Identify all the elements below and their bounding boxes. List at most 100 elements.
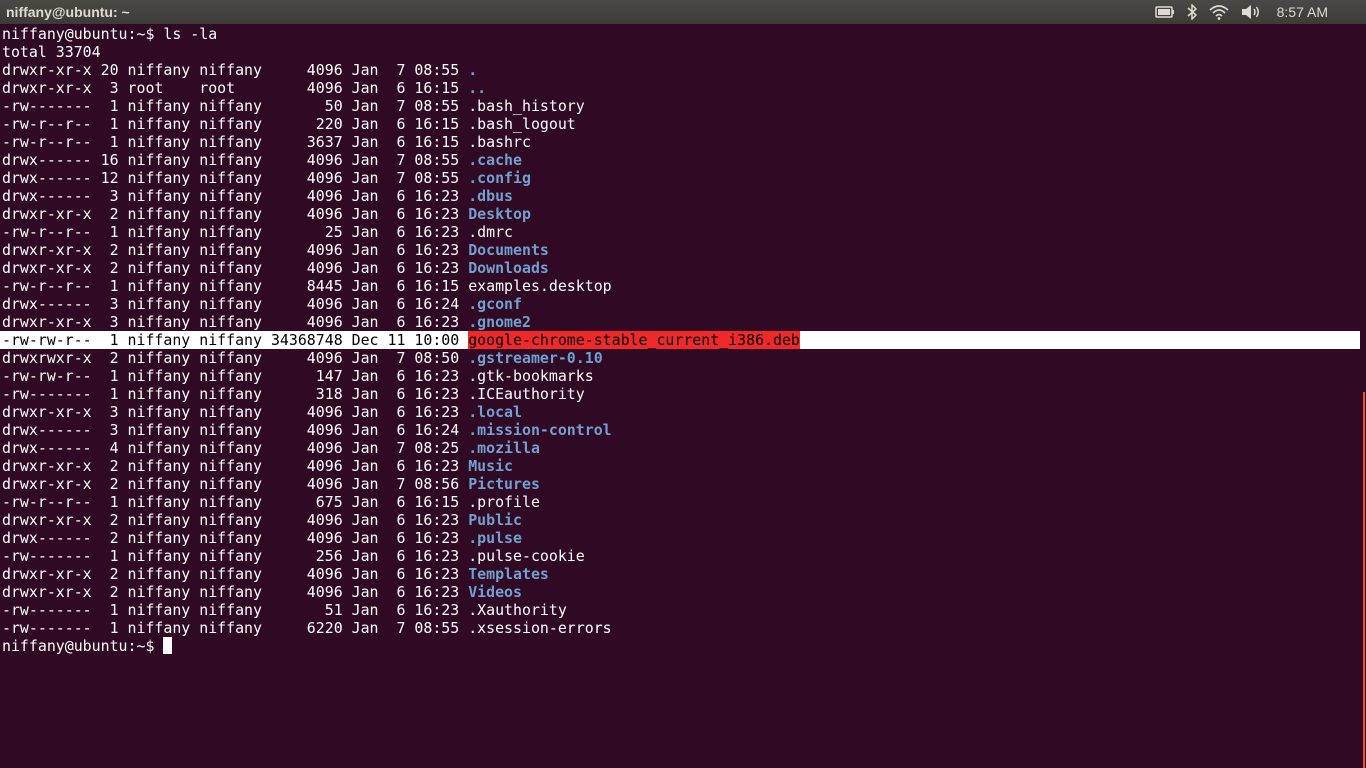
file-name: .profile: [468, 493, 540, 511]
total-line: total 33704: [2, 43, 101, 61]
file-name: .pulse-cookie: [468, 547, 585, 565]
listing-row: drwxr-xr-x 2 niffany niffany 4096 Jan 6 …: [0, 457, 1366, 475]
listing-row: drwxr-xr-x 2 niffany niffany 4096 Jan 6 …: [0, 241, 1366, 259]
file-metadata: drwxr-xr-x 3 root root 4096 Jan 6 16:15: [2, 79, 469, 97]
file-metadata: drwxr-xr-x 2 niffany niffany 4096 Jan 6 …: [2, 583, 469, 601]
file-metadata: drwx------ 16 niffany niffany 4096 Jan 7…: [2, 151, 469, 169]
file-metadata: drwxr-xr-x 2 niffany niffany 4096 Jan 6 …: [2, 457, 469, 475]
file-metadata: drwxr-xr-x 3 niffany niffany 4096 Jan 6 …: [2, 313, 469, 331]
terminal-output[interactable]: niffany@ubuntu:~$ ls -la total 33704 drw…: [0, 25, 1366, 768]
file-metadata: drwx------ 3 niffany niffany 4096 Jan 6 …: [2, 187, 469, 205]
listing-row: drwx------ 2 niffany niffany 4096 Jan 6 …: [0, 529, 1366, 547]
directory-name: Music: [468, 457, 514, 475]
file-metadata: -rw------- 1 niffany niffany 51 Jan 6 16…: [2, 601, 469, 619]
listing-row: drwxr-xr-x 2 niffany niffany 4096 Jan 6 …: [0, 205, 1366, 223]
file-metadata: -rw------- 1 niffany niffany 6220 Jan 7 …: [2, 619, 469, 637]
listing-row: drwxr-xr-x 3 root root 4096 Jan 6 16:15 …: [0, 79, 1366, 97]
file-name: .Xauthority: [468, 601, 567, 619]
file-metadata: drwxr-xr-x 20 niffany niffany 4096 Jan 7…: [2, 61, 469, 79]
listing: drwxr-xr-x 20 niffany niffany 4096 Jan 7…: [0, 61, 1366, 637]
file-name: .xsession-errors: [468, 619, 612, 637]
directory-name: Downloads: [468, 259, 549, 277]
directory-name: .mozilla: [468, 439, 540, 457]
listing-row: -rw------- 1 niffany niffany 318 Jan 6 1…: [0, 385, 1366, 403]
file-metadata: drwx------ 4 niffany niffany 4096 Jan 7 …: [2, 439, 469, 457]
listing-row: drwxr-xr-x 2 niffany niffany 4096 Jan 7 …: [0, 475, 1366, 493]
file-metadata: -rw------- 1 niffany niffany 256 Jan 6 1…: [2, 547, 469, 565]
listing-row: drwx------ 12 niffany niffany 4096 Jan 7…: [0, 169, 1366, 187]
directory-name: Templates: [468, 565, 549, 583]
directory-name: .dbus: [468, 187, 514, 205]
listing-row: -rw-rw-r-- 1 niffany niffany 34368748 De…: [0, 331, 1360, 349]
file-name: examples.desktop: [468, 277, 612, 295]
listing-row: -rw-r--r-- 1 niffany niffany 675 Jan 6 1…: [0, 493, 1366, 511]
file-metadata: -rw-r--r-- 1 niffany niffany 3637 Jan 6 …: [2, 133, 469, 151]
listing-row: drwxr-xr-x 20 niffany niffany 4096 Jan 7…: [0, 61, 1366, 79]
top-panel: niffany@ubuntu: ~ 8:57 AM: [0, 0, 1366, 24]
listing-row: drwxrwxr-x 2 niffany niffany 4096 Jan 7 …: [0, 349, 1366, 367]
wifi-icon[interactable]: [1209, 0, 1229, 24]
listing-row: drwxr-xr-x 2 niffany niffany 4096 Jan 6 …: [0, 565, 1366, 583]
file-metadata: drwxr-xr-x 2 niffany niffany 4096 Jan 6 …: [2, 511, 469, 529]
file-metadata: drwxr-xr-x 2 niffany niffany 4096 Jan 6 …: [2, 205, 469, 223]
file-metadata: -rw-r--r-- 1 niffany niffany 25 Jan 6 16…: [2, 223, 469, 241]
scroll-indicator[interactable]: [1363, 392, 1365, 768]
directory-name: Public: [468, 511, 522, 529]
file-metadata: -rw------- 1 niffany niffany 318 Jan 6 1…: [2, 385, 469, 403]
window-title: niffany@ubuntu: ~: [6, 4, 130, 20]
listing-row: drwxr-xr-x 2 niffany niffany 4096 Jan 6 …: [0, 259, 1366, 277]
listing-row: -rw-r--r-- 1 niffany niffany 3637 Jan 6 …: [0, 133, 1366, 151]
system-tray: 8:57 AM: [1154, 0, 1366, 24]
file-metadata: drwx------ 2 niffany niffany 4096 Jan 6 …: [2, 529, 469, 547]
directory-name: ..: [468, 79, 487, 97]
listing-row: drwx------ 3 niffany niffany 4096 Jan 6 …: [0, 295, 1366, 313]
listing-row: -rw-r--r-- 1 niffany niffany 8445 Jan 6 …: [0, 277, 1366, 295]
prompt: niffany@ubuntu:~$: [2, 25, 164, 43]
listing-row: drwxr-xr-x 2 niffany niffany 4096 Jan 6 …: [0, 583, 1366, 601]
file-name: .gtk-bookmarks: [468, 367, 594, 385]
listing-row: -rw------- 1 niffany niffany 6220 Jan 7 …: [0, 619, 1366, 637]
bluetooth-icon[interactable]: [1187, 0, 1197, 24]
directory-name: Desktop: [468, 205, 531, 223]
file-metadata: drwxrwxr-x 2 niffany niffany 4096 Jan 7 …: [2, 349, 469, 367]
directory-name: .local: [468, 403, 522, 421]
listing-row: -rw------- 1 niffany niffany 50 Jan 7 08…: [0, 97, 1366, 115]
command-line: niffany@ubuntu:~$ ls -la: [0, 25, 1366, 43]
file-metadata: -rw-rw-r-- 1 niffany niffany 34368748 De…: [2, 331, 469, 349]
listing-row: drwx------ 4 niffany niffany 4096 Jan 7 …: [0, 439, 1366, 457]
file-metadata: drwx------ 12 niffany niffany 4096 Jan 7…: [2, 169, 469, 187]
listing-row: -rw-r--r-- 1 niffany niffany 25 Jan 6 16…: [0, 223, 1366, 241]
file-name: .dmrc: [468, 223, 514, 241]
directory-name: .: [468, 61, 478, 79]
file-metadata: drwxr-xr-x 2 niffany niffany 4096 Jan 6 …: [2, 241, 469, 259]
battery-icon[interactable]: [1154, 0, 1175, 24]
directory-name: .mission-control: [468, 421, 612, 439]
clock[interactable]: 8:57 AM: [1277, 4, 1328, 20]
file-name: .bash_history: [468, 97, 585, 115]
current-prompt-line[interactable]: niffany@ubuntu:~$: [0, 637, 1366, 655]
listing-row: drwx------ 3 niffany niffany 4096 Jan 6 …: [0, 187, 1366, 205]
volume-icon[interactable]: [1241, 0, 1261, 24]
listing-row: -rw-rw-r-- 1 niffany niffany 147 Jan 6 1…: [0, 367, 1366, 385]
file-metadata: drwxr-xr-x 2 niffany niffany 4096 Jan 6 …: [2, 259, 469, 277]
command-text: ls -la: [163, 25, 218, 43]
file-metadata: -rw-r--r-- 1 niffany niffany 220 Jan 6 1…: [2, 115, 469, 133]
file-metadata: drwx------ 3 niffany niffany 4096 Jan 6 …: [2, 421, 469, 439]
directory-name: Pictures: [468, 475, 540, 493]
file-name: google-chrome-stable_current_i386.deb: [468, 331, 800, 349]
prompt: niffany@ubuntu:~$: [2, 637, 164, 655]
listing-row: drwx------ 3 niffany niffany 4096 Jan 6 …: [0, 421, 1366, 439]
text-cursor: [163, 637, 173, 654]
file-name: .bashrc: [468, 133, 531, 151]
directory-name: .gconf: [468, 295, 522, 313]
file-name: .bash_logout: [468, 115, 576, 133]
file-metadata: -rw-r--r-- 1 niffany niffany 675 Jan 6 1…: [2, 493, 469, 511]
listing-row: -rw-r--r-- 1 niffany niffany 220 Jan 6 1…: [0, 115, 1366, 133]
file-metadata: -rw------- 1 niffany niffany 50 Jan 7 08…: [2, 97, 469, 115]
directory-name: .gnome2: [468, 313, 531, 331]
listing-row: drwxr-xr-x 3 niffany niffany 4096 Jan 6 …: [0, 403, 1366, 421]
directory-name: Documents: [468, 241, 549, 259]
file-metadata: drwxr-xr-x 2 niffany niffany 4096 Jan 6 …: [2, 565, 469, 583]
file-metadata: drwxr-xr-x 2 niffany niffany 4096 Jan 7 …: [2, 475, 469, 493]
listing-row: drwx------ 16 niffany niffany 4096 Jan 7…: [0, 151, 1366, 169]
